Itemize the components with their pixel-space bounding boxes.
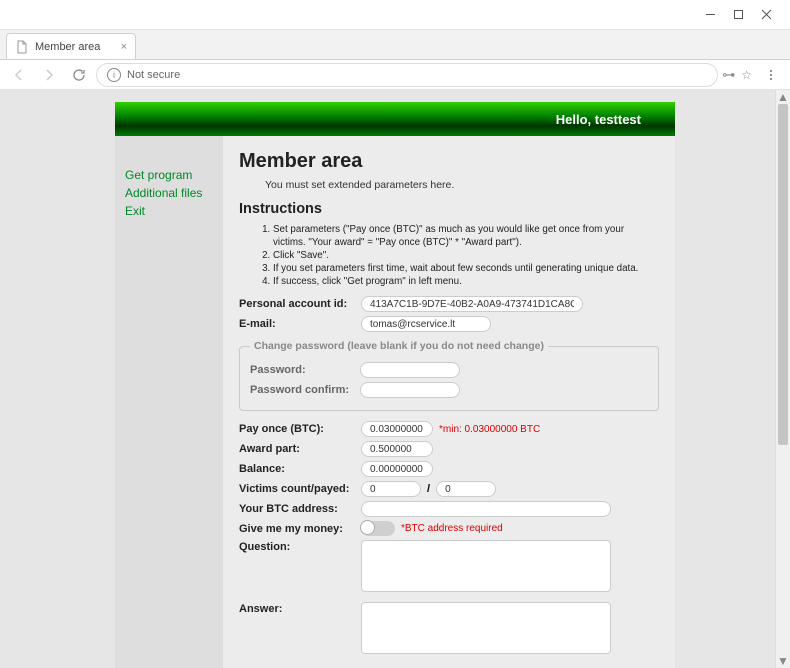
instruction-item: Click "Save". (273, 249, 659, 262)
instruction-item: If success, click "Get program" in left … (273, 275, 659, 288)
close-tab-icon[interactable]: × (121, 41, 127, 53)
question-textarea[interactable] (361, 540, 611, 592)
star-icon[interactable]: ☆ (741, 68, 752, 82)
sidebar: Get program Additional files Exit (115, 136, 223, 668)
address-bar: i Not secure ⊶ ☆ (0, 60, 790, 90)
instruction-item: Set parameters ("Pay once (BTC)" as much… (273, 223, 659, 249)
maximize-button[interactable] (724, 5, 752, 25)
instruction-item: If you set parameters first time, wait a… (273, 262, 659, 275)
sidebar-item-get-program[interactable]: Get program (125, 166, 219, 184)
label-btc-address: Your BTC address: (239, 503, 361, 515)
page-title: Member area (239, 150, 659, 173)
page: Hello, testtest Get program Additional f… (115, 102, 675, 668)
main-content: Member area You must set extended parame… (223, 136, 675, 668)
window-titlebar (0, 0, 790, 30)
omnibox[interactable]: i Not secure (96, 63, 718, 87)
label-award-part: Award part: (239, 443, 361, 455)
label-victims: Victims count/payed: (239, 483, 361, 495)
page-icon (15, 40, 29, 54)
browser-tab[interactable]: Member area × (6, 33, 136, 59)
greeting: Hello, testtest (556, 112, 641, 127)
label-pay-once: Pay once (BTC): (239, 423, 361, 435)
sidebar-item-additional-files[interactable]: Additional files (125, 184, 219, 202)
label-answer: Answer: (239, 602, 361, 654)
pay-once-field[interactable] (361, 421, 433, 437)
close-window-button[interactable] (752, 5, 780, 25)
label-balance: Balance: (239, 463, 361, 475)
email-field[interactable] (361, 316, 491, 332)
label-password-confirm: Password confirm: (250, 384, 360, 396)
victims-payed-field[interactable] (436, 481, 496, 497)
pay-once-hint: *min: 0.03000000 BTC (439, 424, 540, 435)
account-id-field[interactable] (361, 296, 583, 312)
instructions-heading: Instructions (239, 201, 659, 217)
back-button[interactable] (6, 63, 32, 87)
password-field[interactable] (360, 362, 460, 378)
change-password-legend: Change password (leave blank if you do n… (250, 340, 548, 352)
scrollbar[interactable]: ▲ ▼ (775, 90, 790, 668)
scroll-up-icon[interactable]: ▲ (776, 90, 790, 104)
reload-button[interactable] (66, 63, 92, 87)
balance-field[interactable] (361, 461, 433, 477)
viewport: pcrisk.com Hello, testtest Get program A… (0, 90, 790, 668)
label-question: Question: (239, 540, 361, 592)
label-password: Password: (250, 364, 360, 376)
info-icon: i (107, 68, 121, 82)
answer-textarea[interactable] (361, 602, 611, 654)
award-part-field[interactable] (361, 441, 433, 457)
slash-divider: / (427, 483, 430, 495)
btc-address-field[interactable] (361, 501, 611, 517)
label-give-money: Give me my money: (239, 523, 361, 535)
label-account-id: Personal account id: (239, 298, 361, 310)
menu-button[interactable] (758, 63, 784, 87)
password-confirm-field[interactable] (360, 382, 460, 398)
victims-count-field[interactable] (361, 481, 421, 497)
minimize-button[interactable] (696, 5, 724, 25)
page-header: Hello, testtest (115, 102, 675, 136)
page-note: You must set extended parameters here. (265, 179, 659, 191)
security-label: Not secure (127, 69, 180, 81)
tab-title: Member area (35, 41, 100, 53)
give-money-toggle[interactable] (361, 521, 395, 536)
tab-bar: Member area × (0, 30, 790, 60)
key-icon[interactable]: ⊶ (722, 67, 735, 83)
instructions-list: Set parameters ("Pay once (BTC)" as much… (273, 223, 659, 288)
change-password-fieldset: Change password (leave blank if you do n… (239, 340, 659, 411)
scroll-down-icon[interactable]: ▼ (776, 654, 790, 668)
label-email: E-mail: (239, 318, 361, 330)
forward-button[interactable] (36, 63, 62, 87)
give-money-hint: *BTC address required (401, 523, 503, 534)
sidebar-item-exit[interactable]: Exit (125, 202, 219, 220)
scroll-thumb[interactable] (778, 104, 788, 445)
